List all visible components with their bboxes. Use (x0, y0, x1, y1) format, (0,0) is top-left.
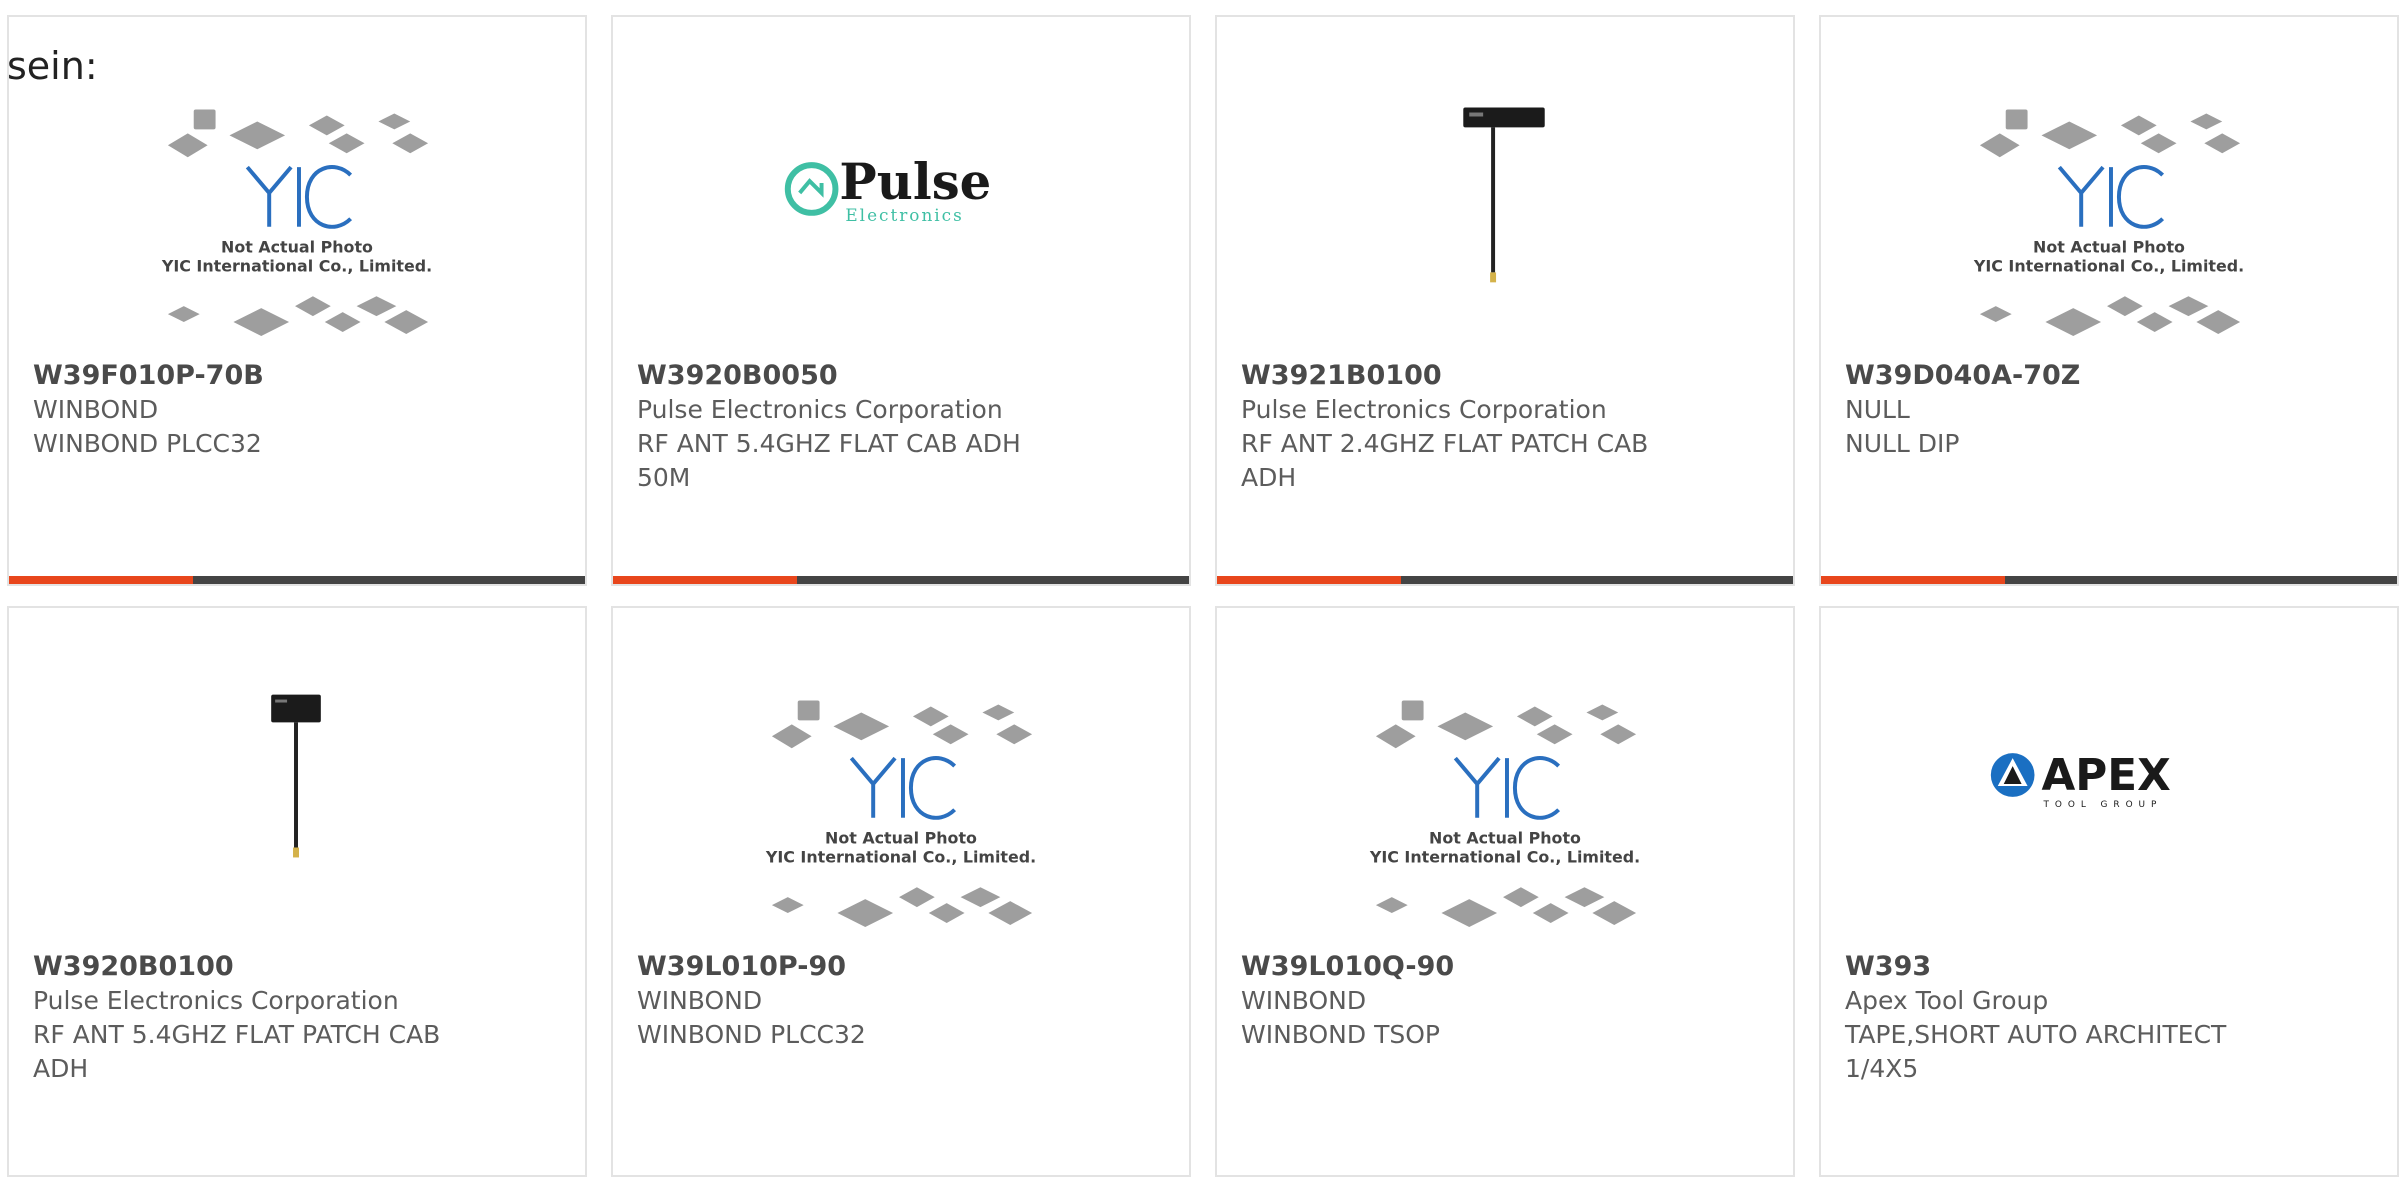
part-number[interactable]: W393 (1845, 950, 2373, 984)
manufacturer: Pulse Electronics Corporation (33, 986, 399, 1015)
description: WINBOND PLCC32 (637, 1020, 866, 1049)
image-caption-line2: YIC International Co., Limited. (1369, 847, 1640, 866)
description: TAPE,SHORT AUTO ARCHITECT 1/4X5 (1845, 1020, 2227, 1083)
image-caption-line2: YIC International Co., Limited. (161, 256, 432, 275)
manufacturer: WINBOND (1241, 986, 1367, 1015)
manufacturer: WINBOND (637, 986, 763, 1015)
product-card[interactable]: Not Actual Photo YIC International Co., … (1215, 606, 1795, 1177)
manufacturer: WINBOND (33, 395, 159, 424)
card-underline (9, 576, 585, 584)
manufacturer: Apex Tool Group (1845, 986, 2049, 1015)
card-underline-accent (613, 576, 798, 584)
product-info: W39L010P-90 WINBOND WINBOND PLCC32 (637, 950, 1165, 1052)
product-info: W39D040A-70Z NULL NULL DIP (1845, 359, 2373, 461)
card-underline (613, 576, 1189, 584)
pulse-electronics-logo[interactable]: Pulse Electronics (613, 17, 1189, 357)
part-number[interactable]: W3920B0100 (33, 950, 561, 984)
image-caption-line1: Not Actual Photo (2033, 238, 2185, 257)
card-underline (1217, 576, 1793, 584)
part-number[interactable]: W39L010P-90 (637, 950, 1165, 984)
description: WINBOND PLCC32 (33, 429, 262, 458)
product-card[interactable]: Not Actual Photo YIC International Co., … (1819, 15, 2399, 586)
part-number[interactable]: W39F010P-70B (33, 359, 561, 393)
card-underline-accent (1217, 576, 1402, 584)
flat-antenna-photo[interactable] (1217, 17, 1793, 357)
page-label: sein: (7, 44, 98, 88)
description: RF ANT 2.4GHZ FLAT PATCH CAB ADH (1241, 429, 1649, 492)
product-info: W39F010P-70B WINBOND WINBOND PLCC32 (33, 359, 561, 461)
description: RF ANT 5.4GHZ FLAT CAB ADH 50M (637, 429, 1021, 492)
part-number[interactable]: W39D040A-70Z (1845, 359, 2373, 393)
part-number[interactable]: W3920B0050 (637, 359, 1165, 393)
flat-antenna-photo[interactable] (9, 608, 585, 948)
product-card[interactable]: Not Actual Photo YIC International Co., … (7, 15, 587, 586)
product-card[interactable]: APEX TOOL GROUP W393 Apex Tool Group TAP… (1819, 606, 2399, 1177)
brand-wordmark: Pulse (839, 152, 991, 211)
yic-placeholder-image[interactable]: Not Actual Photo YIC International Co., … (1217, 608, 1793, 948)
description: RF ANT 5.4GHZ FLAT PATCH CAB ADH (33, 1020, 441, 1083)
manufacturer: Pulse Electronics Corporation (1241, 395, 1607, 424)
manufacturer: Pulse Electronics Corporation (637, 395, 1003, 424)
brand-subtitle: Electronics (845, 205, 963, 225)
product-card[interactable]: Pulse Electronics W3920B0050 Pulse Elect… (611, 15, 1191, 586)
card-underline-accent (9, 576, 194, 584)
brand-wordmark: APEX (2041, 750, 2170, 801)
product-info: W393 Apex Tool Group TAPE,SHORT AUTO ARC… (1845, 950, 2373, 1086)
yic-placeholder-image[interactable]: Not Actual Photo YIC International Co., … (613, 608, 1189, 948)
product-card[interactable]: Not Actual Photo YIC International Co., … (611, 606, 1191, 1177)
yic-placeholder-image[interactable]: Not Actual Photo YIC International Co., … (1821, 17, 2397, 357)
image-caption-line1: Not Actual Photo (221, 238, 373, 257)
image-caption-line1: Not Actual Photo (1429, 829, 1581, 848)
description: NULL DIP (1845, 429, 1960, 458)
card-underline (1821, 576, 2397, 584)
product-info: W39L010Q-90 WINBOND WINBOND TSOP (1241, 950, 1769, 1052)
product-card[interactable]: W3921B0100 Pulse Electronics Corporation… (1215, 15, 1795, 586)
part-number[interactable]: W3921B0100 (1241, 359, 1769, 393)
product-grid: Not Actual Photo YIC International Co., … (7, 15, 2399, 1177)
description: WINBOND TSOP (1241, 1020, 1440, 1049)
image-caption-line1: Not Actual Photo (825, 829, 977, 848)
part-number[interactable]: W39L010Q-90 (1241, 950, 1769, 984)
product-info: W3920B0100 Pulse Electronics Corporation… (33, 950, 561, 1086)
brand-subtitle: TOOL GROUP (2042, 800, 2162, 810)
image-caption-line2: YIC International Co., Limited. (765, 847, 1036, 866)
card-underline-accent (1821, 576, 2006, 584)
product-card[interactable]: W3920B0100 Pulse Electronics Corporation… (7, 606, 587, 1177)
manufacturer: NULL (1845, 395, 1910, 424)
apex-tool-group-logo[interactable]: APEX TOOL GROUP (1821, 608, 2397, 948)
image-caption-line2: YIC International Co., Limited. (1973, 256, 2244, 275)
product-info: W3920B0050 Pulse Electronics Corporation… (637, 359, 1165, 495)
product-info: W3921B0100 Pulse Electronics Corporation… (1241, 359, 1769, 495)
